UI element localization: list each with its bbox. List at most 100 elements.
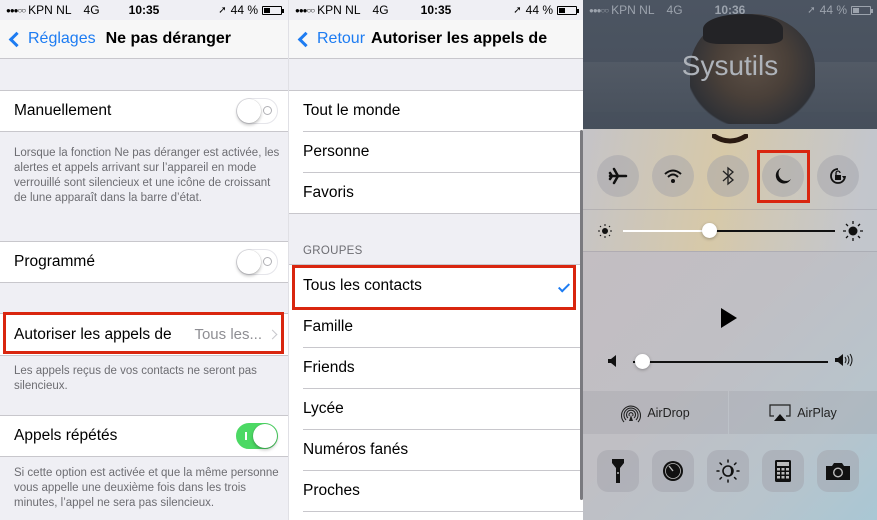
airplay-button[interactable]: AirPlay: [729, 391, 877, 434]
airdrop-label: AirDrop: [647, 405, 690, 420]
option-row[interactable]: Favoris: [289, 173, 583, 213]
battery-percent: 44 %: [525, 3, 553, 17]
group-row[interactable]: Friends: [289, 348, 583, 388]
brightness-low-icon: [598, 224, 612, 238]
network-type: 4G: [666, 3, 683, 17]
airplane-mode-toggle[interactable]: [597, 155, 639, 197]
control-center-screen: ●●●○○ KPN NL 4G 10:36 ➚ 44 % Sysutils Ai…: [583, 0, 877, 520]
group-label: Numéros fanés: [303, 441, 409, 458]
camera-button[interactable]: [817, 450, 859, 492]
status-bar: ●●●○○ KPN NL 4G 10:35 ➚ 44 %: [0, 0, 288, 20]
group-label: Tous les contacts: [303, 277, 422, 294]
network-type: 4G: [372, 3, 389, 17]
signal-strength: ●●●○○: [6, 5, 26, 15]
repeated-calls-row: Appels répétés: [0, 415, 288, 457]
chevron-left-icon: [8, 31, 25, 47]
flashlight-icon: [612, 459, 624, 483]
allow-calls-value: Tous les...: [194, 326, 262, 343]
night-shift-icon: [716, 459, 740, 483]
page-title: Ne pas déranger: [105, 30, 231, 47]
allow-calls-screen: ●●●○○ KPN NL 4G 10:35 ➚ 44 % Retour Auto…: [288, 0, 583, 520]
group-label: Lycée: [303, 400, 344, 417]
option-label: Personne: [303, 143, 370, 160]
dismiss-handle-icon[interactable]: [712, 134, 748, 144]
group-label: Famille: [303, 318, 353, 335]
group-row-selected[interactable]: Tous les contacts: [289, 266, 583, 306]
brightness-slider-fill: [623, 230, 710, 232]
allow-calls-label: Autoriser les appels de: [14, 325, 172, 343]
do-not-disturb-toggle[interactable]: [762, 155, 804, 197]
location-icon: ➚: [513, 4, 522, 16]
calculator-button[interactable]: [762, 450, 804, 492]
back-label: Retour: [317, 30, 366, 47]
signal-strength: ●●●○○: [589, 5, 609, 15]
timer-button[interactable]: [652, 450, 694, 492]
back-button[interactable]: Réglages: [8, 30, 96, 48]
allow-calls-footer: Les appels reçus de vos contacts ne sero…: [14, 365, 257, 392]
divider: [303, 511, 583, 512]
chevron-left-icon: [297, 31, 314, 47]
dnd-settings-screen: ●●●○○ KPN NL 4G 10:35 ➚ 44 % Réglages Ne…: [0, 0, 288, 520]
repeated-calls-label: Appels répétés: [14, 427, 118, 444]
airplay-icon: [769, 403, 791, 421]
scheduled-toggle[interactable]: [236, 249, 278, 275]
wifi-icon: [664, 169, 682, 183]
clock: 10:35: [420, 3, 452, 17]
rotation-lock-toggle[interactable]: [817, 155, 859, 197]
status-bar: ●●●○○ KPN NL 4G 10:36 ➚ 44 %: [583, 0, 877, 20]
bluetooth-icon: [722, 166, 735, 186]
volume-low-icon: [608, 355, 616, 367]
group-row[interactable]: Lycée: [289, 389, 583, 429]
group-row[interactable]: Famille: [289, 307, 583, 347]
group-row[interactable]: Proches: [289, 471, 583, 511]
status-bar: ●●●○○ KPN NL 4G 10:35 ➚ 44 %: [289, 0, 583, 20]
nav-bar: Réglages Ne pas déranger: [0, 20, 288, 59]
battery-percent: 44 %: [819, 3, 847, 17]
option-label: Tout le monde: [303, 102, 401, 119]
scheduled-label: Programmé: [14, 253, 95, 270]
checkmark-icon: [557, 279, 571, 293]
network-type: 4G: [83, 3, 100, 17]
moon-icon: [775, 168, 791, 184]
option-label: Favoris: [303, 184, 354, 201]
airdrop-button[interactable]: AirDrop: [583, 391, 728, 434]
airplay-label: AirPlay: [797, 405, 837, 420]
flashlight-button[interactable]: [597, 450, 639, 492]
manual-toggle[interactable]: [236, 98, 278, 124]
signal-strength: ●●●○○: [295, 5, 315, 15]
scheduled-row: Programmé: [0, 241, 288, 283]
volume-slider-knob[interactable]: [634, 354, 650, 369]
allow-calls-row[interactable]: Autoriser les appels de Tous les...: [0, 313, 288, 356]
chevron-right-icon: [267, 329, 278, 340]
clock: 10:35: [128, 3, 160, 17]
brightness-slider-knob[interactable]: [702, 223, 718, 238]
volume-slider[interactable]: [633, 361, 828, 363]
group-label: Friends: [303, 359, 355, 376]
rotation-lock-icon: [830, 168, 846, 184]
battery-icon: [851, 5, 873, 15]
back-button[interactable]: Retour: [297, 30, 365, 48]
group-row[interactable]: Numéros fanés: [289, 430, 583, 470]
lockscreen-title: Sysutils: [681, 50, 779, 81]
play-button[interactable]: [720, 307, 738, 329]
page-title: Autoriser les appels de: [371, 30, 548, 47]
calculator-icon: [775, 460, 791, 482]
repeated-calls-toggle[interactable]: [236, 423, 278, 449]
back-label: Réglages: [28, 30, 96, 47]
wifi-toggle[interactable]: [652, 155, 694, 197]
bluetooth-toggle[interactable]: [707, 155, 749, 197]
night-shift-button[interactable]: [707, 450, 749, 492]
repeated-calls-footer: Si cette option est activée et que la mê…: [14, 467, 279, 509]
camera-icon: [826, 463, 850, 480]
option-row[interactable]: Tout le monde: [289, 91, 583, 131]
option-row[interactable]: Personne: [289, 132, 583, 172]
manual-label: Manuellement: [14, 102, 112, 119]
battery-icon: [557, 5, 579, 15]
volume-high-icon: [835, 353, 853, 367]
airdrop-icon: [621, 405, 642, 422]
manual-footer: Lorsque la fonction Ne pas déranger est …: [14, 147, 280, 204]
location-icon: ➚: [218, 4, 227, 16]
carrier: KPN NL: [317, 3, 361, 17]
carrier: KPN NL: [611, 3, 655, 17]
airplane-icon: [608, 167, 628, 185]
